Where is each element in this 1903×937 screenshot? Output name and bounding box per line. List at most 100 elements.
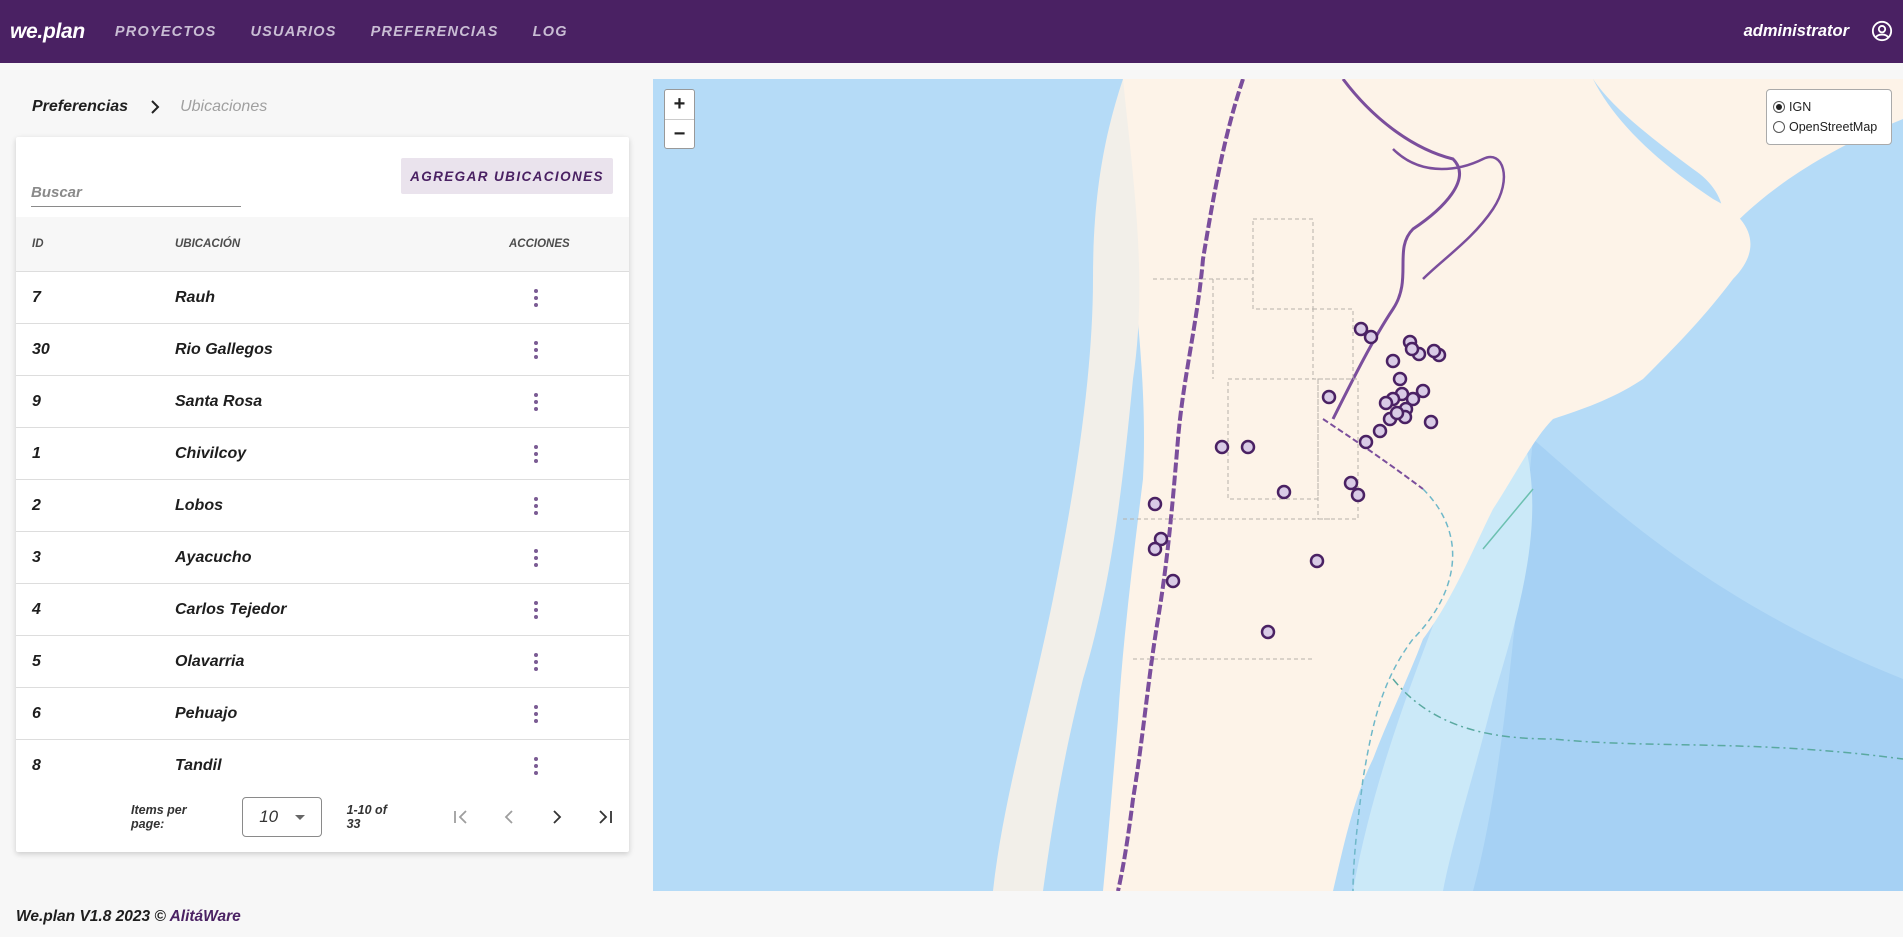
cell-id: 6 (32, 704, 41, 722)
more-vert-icon[interactable] (526, 390, 546, 414)
prev-page-button[interactable] (485, 797, 533, 837)
first-page-icon (454, 810, 467, 824)
header-id[interactable]: ID (16, 238, 175, 250)
cell-id: 1 (32, 444, 41, 462)
more-vert-icon[interactable] (526, 598, 546, 622)
map-view[interactable]: + − IGN OpenStreetMap (653, 79, 1903, 891)
cell-actions (509, 754, 629, 778)
more-vert-icon[interactable] (526, 650, 546, 674)
location-marker[interactable] (1321, 389, 1337, 405)
items-per-page-label: Items per page: (131, 803, 187, 831)
more-vert-icon[interactable] (526, 754, 546, 778)
first-page-button[interactable] (437, 797, 485, 837)
nav-preferencias[interactable]: PREFERENCIAS (371, 24, 499, 40)
location-marker[interactable] (1363, 329, 1379, 345)
location-marker[interactable] (1378, 395, 1394, 411)
cell-location: Rauh (175, 288, 215, 306)
location-marker[interactable] (1385, 353, 1401, 369)
more-vert-icon[interactable] (526, 286, 546, 310)
more-vert-icon[interactable] (526, 338, 546, 362)
location-marker[interactable] (1426, 343, 1442, 359)
locations-table: ID UBICACIÓN ACCIONES 7 Rauh 30 Rio Gallego… (16, 217, 629, 792)
main-nav: PROYECTOS USUARIOS PREFERENCIAS LOG (115, 24, 602, 40)
more-vert-icon[interactable] (526, 442, 546, 466)
layer-switcher: IGN OpenStreetMap (1766, 89, 1892, 145)
zoom-in-button[interactable]: + (665, 90, 694, 119)
cell-location: Pehuajo (175, 704, 238, 722)
location-marker[interactable] (1309, 553, 1325, 569)
nav-usuarios[interactable]: USUARIOS (251, 24, 337, 40)
table-row[interactable]: 8 Tandil (16, 740, 629, 792)
cell-actions (509, 598, 629, 622)
table-row[interactable]: 6 Pehuajo (16, 688, 629, 740)
footer-link[interactable]: AlitáWare (170, 908, 241, 925)
cell-actions (509, 442, 629, 466)
location-marker[interactable] (1358, 434, 1374, 450)
search-input[interactable] (31, 167, 241, 206)
more-vert-icon[interactable] (526, 494, 546, 518)
last-page-button[interactable] (581, 797, 629, 837)
breadcrumb: Preferencias Ubicaciones (32, 98, 267, 116)
location-marker[interactable] (1392, 371, 1408, 387)
cell-actions (509, 650, 629, 674)
page-range: 1-10 of 33 (346, 803, 387, 831)
page-size-value: 10 (259, 807, 279, 826)
user-name[interactable]: administrator (1744, 22, 1849, 41)
cell-actions (509, 390, 629, 414)
cell-id: 5 (32, 652, 41, 670)
page-size-select[interactable]: 10 (242, 797, 322, 837)
last-page-icon (599, 810, 612, 824)
cell-location: Chivilcoy (175, 444, 247, 462)
cell-location: Olavarria (175, 652, 245, 670)
table-row[interactable]: 1 Chivilcoy (16, 428, 629, 480)
location-marker[interactable] (1260, 624, 1276, 640)
table-row[interactable]: 5 Olavarria (16, 636, 629, 688)
more-vert-icon[interactable] (526, 546, 546, 570)
next-page-button[interactable] (533, 797, 581, 837)
location-marker[interactable] (1372, 423, 1388, 439)
chevron-right-icon (151, 100, 160, 114)
cell-actions (509, 546, 629, 570)
cell-actions (509, 702, 629, 726)
paginator: Items per page: 10 1-10 of 33 (16, 792, 629, 842)
breadcrumb-ubicaciones: Ubicaciones (180, 98, 268, 115)
location-marker[interactable] (1343, 475, 1359, 491)
layer-option-osm[interactable]: OpenStreetMap (1773, 117, 1885, 137)
cell-id: 4 (32, 600, 41, 618)
cell-location: Carlos Tejedor (175, 600, 287, 618)
location-marker[interactable] (1415, 383, 1431, 399)
cell-id: 30 (32, 340, 50, 358)
location-marker[interactable] (1240, 439, 1256, 455)
location-marker[interactable] (1423, 414, 1439, 430)
location-marker[interactable] (1214, 439, 1230, 455)
cell-location: Lobos (175, 496, 223, 514)
location-marker[interactable] (1147, 541, 1163, 557)
location-marker[interactable] (1147, 496, 1163, 512)
location-marker[interactable] (1276, 484, 1292, 500)
table-row[interactable]: 4 Carlos Tejedor (16, 584, 629, 636)
breadcrumb-preferencias[interactable]: Preferencias (32, 98, 128, 116)
table-row[interactable]: 2 Lobos (16, 480, 629, 532)
header-location[interactable]: UBICACIÓN (175, 238, 509, 250)
layer-option-ign[interactable]: IGN (1773, 97, 1885, 117)
table-row[interactable]: 3 Ayacucho (16, 532, 629, 584)
location-marker[interactable] (1404, 341, 1420, 357)
location-markers (1147, 321, 1447, 640)
location-marker[interactable] (1350, 487, 1366, 503)
nav-proyectos[interactable]: PROYECTOS (115, 24, 217, 40)
locations-card: AGREGAR UBICACIONES ID UBICACIÓN ACCIONE… (16, 137, 629, 852)
cell-actions (509, 494, 629, 518)
brand-logo[interactable]: we.plan (10, 20, 85, 44)
nav-log[interactable]: LOG (533, 24, 568, 40)
location-marker[interactable] (1165, 573, 1181, 589)
table-row[interactable]: 7 Rauh (16, 272, 629, 324)
add-locations-button[interactable]: AGREGAR UBICACIONES (401, 158, 613, 194)
layer-label-ign: IGN (1789, 100, 1812, 114)
zoom-out-button[interactable]: − (665, 119, 694, 148)
radio-unchecked-icon (1773, 121, 1785, 133)
table-row[interactable]: 9 Santa Rosa (16, 376, 629, 428)
more-vert-icon[interactable] (526, 702, 546, 726)
location-marker[interactable] (1389, 405, 1405, 421)
table-row[interactable]: 30 Rio Gallegos (16, 324, 629, 376)
account-circle-icon[interactable] (1871, 20, 1893, 42)
